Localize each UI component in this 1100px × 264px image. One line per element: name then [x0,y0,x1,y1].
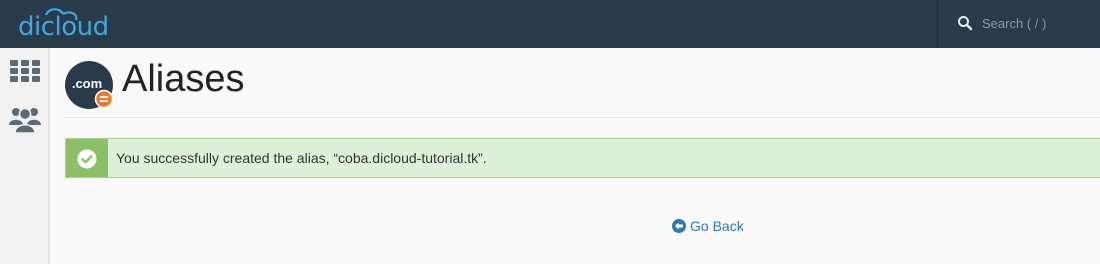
dicloud-logo[interactable]: dicloud [18,6,109,42]
page-title: Aliases [122,58,245,100]
check-circle-icon [77,149,97,169]
alert-message: You successfully created the alias, “cob… [116,150,487,166]
sidebar [0,48,50,264]
success-alert: You successfully created the alias, “cob… [65,138,1100,178]
domain-icon-text: .com [72,76,102,91]
sidebar-item-users[interactable] [8,103,42,134]
go-back-link[interactable]: Go Back [672,218,744,234]
grid-icon [10,60,40,82]
logo-text: dicloud [18,12,109,42]
top-bar: dicloud [0,0,1100,48]
users-icon [9,107,41,134]
search-box[interactable] [937,0,1100,48]
alert-accent [66,139,108,177]
sidebar-item-home[interactable] [8,56,42,86]
domain-com-icon: .com [65,61,114,109]
divider [65,117,1100,118]
go-back-label: Go Back [690,218,744,234]
arrow-left-circle-icon [672,219,686,233]
search-icon [958,16,973,31]
search-input[interactable] [982,13,1092,33]
